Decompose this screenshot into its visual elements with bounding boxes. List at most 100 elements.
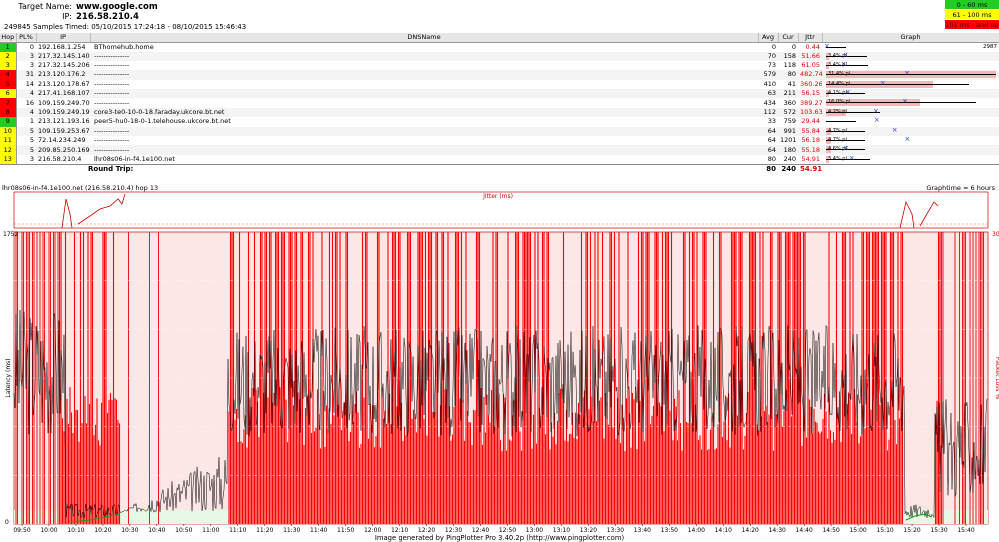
hop-ip: 217.32.145.140	[38, 51, 90, 60]
table-row[interactable]: 6 4 217.41.168.107 --------------- 63 211 56.1…	[0, 89, 999, 99]
round-trip-avg: 80	[758, 163, 778, 174]
hop-avg: 73	[767, 61, 776, 70]
table-row[interactable]: 7 16 109.159.249.70 --------------- 434 360 38…	[0, 98, 999, 108]
table-row[interactable]: 1 0 192.168.1.254 BThomehub.home 0 0 0.44 × 2987	[0, 42, 999, 52]
col-ip[interactable]: IP	[36, 33, 91, 43]
table-header-row: Hop PL% IP DNSName Avg Cur Jttr Graph	[0, 33, 999, 43]
time-tick-label: 13:30	[607, 527, 624, 534]
trace-table: Hop PL% IP DNSName Avg Cur Jttr Graph 10…	[0, 33, 999, 174]
time-tick-label: 11:40	[310, 527, 327, 534]
hop-graph: ×	[822, 117, 999, 126]
table-row[interactable]: 5 14 213.120.178.67 --------------- 410 41 360…	[0, 79, 999, 90]
ip-label: IP:	[62, 12, 72, 21]
samples-timed-text: 249845 Samples Timed: 05/10/2015 17:24:1…	[4, 23, 247, 31]
table-row[interactable]: 2 3 217.32.145.140 --------------- 70 158 51.6…	[0, 51, 999, 61]
col-jttr[interactable]: Jttr	[798, 33, 823, 43]
packet-loss: 16	[25, 98, 34, 107]
col-hop[interactable]: Hop	[0, 33, 17, 43]
hop-number: 7	[0, 98, 17, 108]
hop-graph: 3.4% pl ×	[822, 155, 999, 165]
hop-cur: 991	[783, 126, 796, 135]
hop-cur: 0	[791, 42, 796, 51]
packet-loss: 31	[25, 70, 34, 79]
time-tick-label: 14:30	[769, 527, 786, 534]
table-row[interactable]: 8 4 109.159.249.19 core3-te0-10-0-18.farada…	[0, 107, 999, 118]
hop-jttr: 482.74	[800, 70, 822, 79]
time-tick-label: 11:00	[202, 527, 219, 534]
packet-loss-label: 4.7% pl	[828, 127, 847, 134]
time-tick-label: 12:50	[499, 527, 516, 534]
time-tick-label: 10:40	[148, 527, 165, 534]
table-row[interactable]: 4 31 213.120.176.2 --------------- 579 80 482.…	[0, 70, 999, 80]
packet-loss-label: 14.4% pl	[828, 80, 851, 87]
hop-jttr: 56.15	[801, 89, 820, 98]
time-tick-label: 15:40	[957, 527, 974, 534]
hop-ip: 213.120.176.2	[38, 70, 86, 79]
latency-axis-label: Latency (ms)	[5, 358, 12, 397]
packet-loss: 4	[29, 89, 34, 98]
col-cur[interactable]: Cur	[778, 33, 799, 43]
table-row[interactable]: 12 5 209.85.250.169 --------------- 64 180 55.…	[0, 145, 999, 155]
hop-dnsname: ---------------	[94, 51, 130, 60]
packet-loss-label: 4.2% pl	[828, 108, 847, 115]
hop-ip: 209.85.250.169	[38, 145, 90, 154]
round-trip-row: Round Trip: 80 240 54.91	[0, 163, 999, 174]
time-tick-label: 15:00	[849, 527, 866, 534]
time-tick-label: 15:20	[903, 527, 920, 534]
hop-dnsname: ---------------	[94, 79, 130, 88]
hop-cur: 360	[783, 98, 796, 107]
hop-graph: 4.1% pl ×	[822, 89, 999, 98]
packet-loss: 3	[29, 154, 34, 163]
time-tick-label: 13:40	[634, 527, 651, 534]
time-tick-label: 14:10	[715, 527, 732, 534]
col-graph[interactable]: Graph	[822, 33, 999, 43]
hop-number: 10	[0, 126, 17, 137]
hop-dnsname: BThomehub.home	[94, 42, 154, 51]
timeline-panel: Jitter (ms) 1752 0 30 Latency (ms) Packet Los…	[0, 184, 999, 542]
table-row[interactable]: 3 3 217.32.145.206 --------------- 73 118 61.0…	[0, 60, 999, 71]
hop-number: 5	[0, 79, 17, 90]
latency-line	[826, 74, 996, 76]
hop-jttr: 0.44	[805, 42, 820, 51]
hop-number: 11	[0, 136, 17, 146]
col-dnsname[interactable]: DNSName	[90, 33, 759, 43]
hop-dnsname: peer5-hu0-18-0-1.telehouse.ukcore.bt.net	[94, 117, 231, 126]
hop-cur: 1201	[780, 136, 797, 145]
hop-cur: 180	[783, 145, 796, 154]
packet-loss: 5	[29, 136, 34, 145]
hop-jttr: 360.26	[800, 79, 822, 88]
hop-dnsname: ---------------	[94, 136, 130, 145]
hop-avg: 64	[767, 145, 776, 154]
packet-loss: 3	[29, 61, 34, 70]
table-row[interactable]: 9 1 213.121.193.169 peer5-hu0-18-0-1.teleho…	[0, 117, 999, 127]
legend-red: 101 ms - and up	[945, 20, 999, 30]
table-row[interactable]: 11 5 72.14.234.249 --------------- 64 1201 56.…	[0, 136, 999, 146]
hop-ip: 109.159.249.70	[38, 98, 90, 107]
avg-marker-icon: ×	[842, 51, 849, 59]
packet-loss: 1	[29, 117, 34, 126]
graph-time-label[interactable]: Graphtime = 6 hours	[926, 184, 995, 192]
timeline-graph[interactable]: Jitter (ms) 1752 0 30 Latency (ms) Packet Los…	[0, 184, 999, 542]
table-row[interactable]: 13 3 216.58.210.4 lhr08s06-in-f4.1e100.net 8…	[0, 154, 999, 165]
hop-avg: 434	[763, 98, 776, 107]
time-tick-label: 13:50	[661, 527, 678, 534]
packet-loss: 4	[29, 108, 34, 117]
avg-marker-icon: ×	[843, 145, 849, 153]
hop-avg: 33	[767, 117, 776, 126]
hop-ip: 109.159.249.19	[38, 108, 90, 117]
hop-graph: 4.6% pl ×	[822, 145, 999, 154]
avg-marker-icon: ×	[904, 70, 910, 78]
hop-dnsname: ---------------	[94, 89, 130, 98]
hop-graph: 14.4% pl ×	[822, 80, 999, 89]
hop-avg: 0	[771, 42, 776, 51]
col-avg[interactable]: Avg	[758, 33, 779, 43]
legend-yellow: 61 - 100 ms	[945, 10, 999, 20]
time-tick-label: 14:40	[796, 527, 813, 534]
time-tick-label: 10:50	[175, 527, 192, 534]
col-pl[interactable]: PL%	[16, 33, 37, 43]
hop-cur: 41	[787, 79, 796, 88]
packet-loss: 5	[29, 126, 34, 135]
hop-dnsname: ---------------	[94, 98, 130, 107]
hop-cur: 211	[783, 89, 796, 98]
table-row[interactable]: 10 5 109.159.253.67 --------------- 64 991 55.…	[0, 126, 999, 137]
